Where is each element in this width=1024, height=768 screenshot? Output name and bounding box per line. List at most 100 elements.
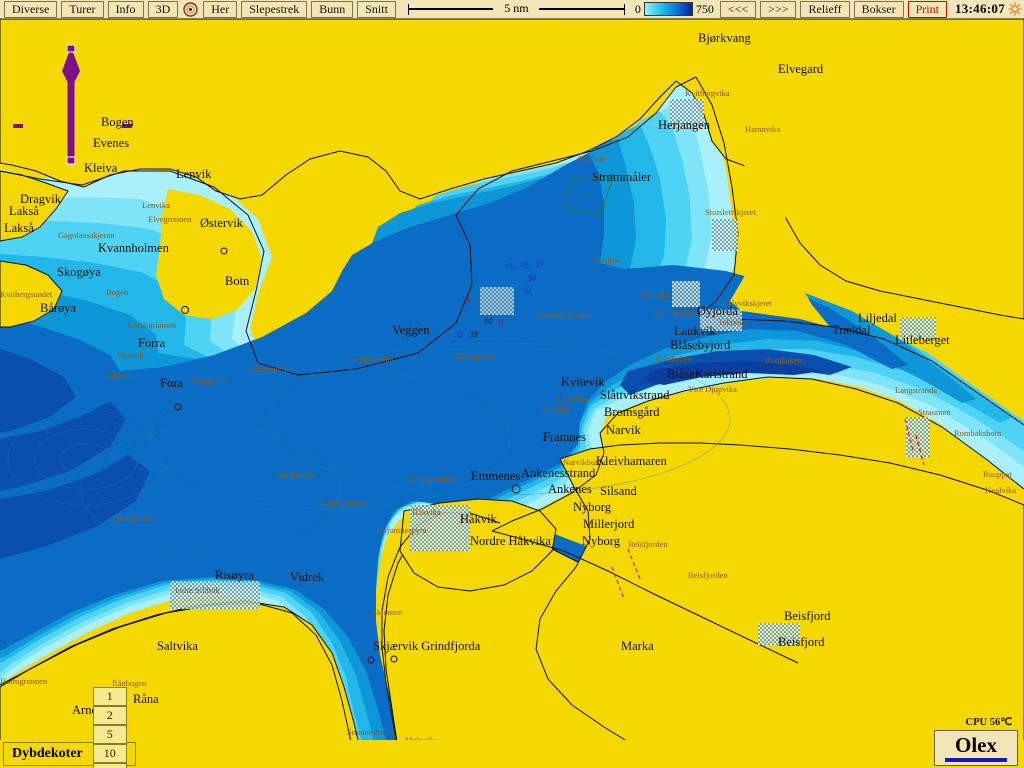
map-label-feature: Vassvik bbox=[117, 350, 144, 360]
map-label-place: Bårøya bbox=[40, 301, 77, 315]
map-label-feature: Indre Sildvik bbox=[175, 585, 220, 595]
menu-snitt[interactable]: Snitt bbox=[357, 0, 396, 18]
map-label-feature: Ruoppat bbox=[983, 469, 1012, 479]
depth-sounding: 17 bbox=[497, 318, 505, 327]
map-label-place: Råna bbox=[133, 692, 159, 706]
map-label-place: Skogøya bbox=[57, 265, 101, 279]
dybdekoter-panel: Dybdekoter 125102050100 bbox=[3, 686, 136, 768]
menu-turer[interactable]: Turer bbox=[61, 0, 104, 18]
relieff-button[interactable]: Relieff bbox=[800, 0, 850, 18]
map-label-place: Silsand bbox=[600, 484, 638, 498]
map-label-feature: Holmgrunnen bbox=[0, 676, 48, 686]
print-button[interactable]: Print bbox=[907, 0, 947, 18]
menu-diverse[interactable]: Diverse bbox=[4, 0, 58, 18]
chart-canvas[interactable]: 13 25 27 30 22 4 B7 17 22 19 Kvitbergvika Hamnvika… bbox=[0, 19, 1024, 749]
olex-logo-underline bbox=[945, 757, 1007, 762]
depth-sounding: B7 bbox=[484, 317, 493, 326]
clock-display: 13:46:07 bbox=[954, 1, 1005, 16]
depth-contour-10[interactable]: 10 bbox=[92, 743, 127, 763]
map-label-place: Strømmåler bbox=[592, 170, 652, 184]
depth-legend-max: 750 bbox=[695, 1, 714, 16]
map-label-place: Bogen bbox=[101, 115, 134, 129]
map-label-place: Kvannholmen bbox=[98, 241, 170, 255]
map-label-place: Litleberget bbox=[895, 333, 950, 347]
map-label-place: Kleiva bbox=[84, 161, 118, 175]
map-label-feature: Ytre Djupvika bbox=[688, 384, 737, 394]
map-label-place: Beisfjord bbox=[784, 609, 831, 623]
map-label-feature: Litlevika bbox=[557, 393, 588, 403]
depth-legend-min: 0 bbox=[634, 1, 641, 16]
depth-gradient bbox=[643, 2, 693, 16]
map-label-feature: Sommervika bbox=[350, 354, 394, 364]
map-label-feature: Gardsgrunnen bbox=[128, 320, 177, 330]
bottom-status-bar: Dybdekoter 125102050100 CPU 56℃ Olex bbox=[0, 686, 1024, 768]
map-label-feature: Ofotfjorden bbox=[275, 470, 316, 480]
menu-info[interactable]: Info bbox=[107, 0, 144, 18]
menu-bunn[interactable]: Bunn bbox=[311, 0, 354, 18]
map-label-feature: Herjangsfjorden bbox=[537, 310, 593, 320]
map-label-feature: Skjomnespyra bbox=[378, 525, 427, 535]
bokser-button[interactable]: Bokser bbox=[853, 0, 904, 18]
menu-slepestrek[interactable]: Slepestrek bbox=[241, 0, 308, 18]
map-label-feature: Rombaksbotn bbox=[954, 428, 1002, 438]
depth-color-legend: 0 750 bbox=[635, 2, 714, 17]
scale-label: 5 nm bbox=[493, 0, 540, 16]
map-label-place: Lenvik bbox=[176, 167, 212, 181]
map-label-place: Millerjord bbox=[583, 517, 635, 531]
map-label-place: Håkvik bbox=[460, 512, 498, 526]
map-label-place: Risøyra bbox=[215, 568, 254, 582]
map-label-feature: Trollvik bbox=[578, 154, 606, 164]
map-label-place: Kleivhamaren bbox=[596, 454, 668, 468]
map-label-place: Narvik bbox=[606, 423, 641, 437]
depth-contour-1[interactable]: 1 bbox=[92, 686, 127, 706]
map-label-place: Vidrek bbox=[290, 570, 325, 584]
nav-prev-button[interactable]: <<< bbox=[719, 0, 757, 18]
map-label-feature: Elvegrunnen bbox=[148, 214, 192, 224]
map-label-feature: Bogen bbox=[106, 287, 129, 297]
sun-icon[interactable] bbox=[1008, 2, 1022, 16]
depth-contour-5[interactable]: 5 bbox=[92, 724, 127, 744]
menu-3d[interactable]: 3D bbox=[147, 0, 179, 18]
map-label-place: Bromsgård bbox=[604, 405, 660, 419]
map-label-place: Laukvik bbox=[674, 324, 716, 338]
map-label-place: Ankenes bbox=[548, 482, 592, 496]
map-label-feature: Smalnesbukta bbox=[347, 727, 395, 737]
map-label-place: Herjangen bbox=[658, 118, 711, 132]
scale-bar: 5 nm bbox=[407, 0, 625, 17]
map-label-feature: Tangsgrunnen bbox=[408, 474, 457, 484]
map-label-place: Bjørkvang bbox=[698, 31, 752, 45]
map-label-feature: Tangvika bbox=[105, 370, 137, 380]
compass-icon[interactable] bbox=[183, 1, 198, 17]
map-label-place: Nyborg bbox=[573, 500, 612, 514]
olex-chart-window: Diverse Turer Info 3D Her Slepestrek Bun… bbox=[0, 0, 1024, 768]
map-label-place: Slåttvikstrand bbox=[600, 388, 670, 402]
map-label-feature: Tektvika bbox=[718, 317, 748, 327]
map-label-feature: Ofotfjorden bbox=[113, 513, 154, 523]
map-label-feature: Lenvika bbox=[142, 200, 170, 210]
depth-contour-2[interactable]: 2 bbox=[92, 705, 127, 725]
map-label-feature: Ofotfjorden bbox=[455, 351, 496, 361]
map-label-feature: Nils Larsvika bbox=[652, 308, 698, 318]
map-label-place: Lakså bbox=[4, 221, 34, 235]
menu-her[interactable]: Her bbox=[203, 0, 238, 18]
map-label-place: Veggen bbox=[392, 323, 430, 337]
map-label-place: Øyjorda bbox=[697, 304, 738, 318]
map-label-feature: Sildvika bbox=[641, 289, 670, 299]
map-label-feature: Skjomgrunnen bbox=[318, 498, 369, 508]
nav-next-button[interactable]: >>> bbox=[760, 0, 797, 18]
map-label-place: Marka bbox=[621, 639, 654, 653]
map-label-feature: Skolten bbox=[594, 255, 621, 265]
map-label-place: Skjærvik Grindfjorda bbox=[373, 639, 481, 653]
map-label-place: Kvitevik bbox=[561, 375, 605, 389]
map-label-place: Nordre Håkvika bbox=[470, 534, 551, 548]
depth-sounding: 22 bbox=[455, 330, 463, 339]
map-label-feature: Håkvika bbox=[412, 507, 441, 517]
map-label-feature: Kvitbergvika bbox=[685, 88, 730, 98]
depth-contour-20[interactable]: 20 bbox=[92, 762, 127, 768]
map-label-feature: Hoggvika bbox=[193, 375, 227, 385]
map-label-place: Lakså bbox=[9, 204, 39, 218]
map-label-place: Blåsebyjord bbox=[670, 338, 731, 352]
map-label-place: Emmenes bbox=[471, 469, 520, 483]
scale-endcap-right bbox=[623, 3, 625, 15]
map-label-place: Fora bbox=[160, 376, 183, 390]
